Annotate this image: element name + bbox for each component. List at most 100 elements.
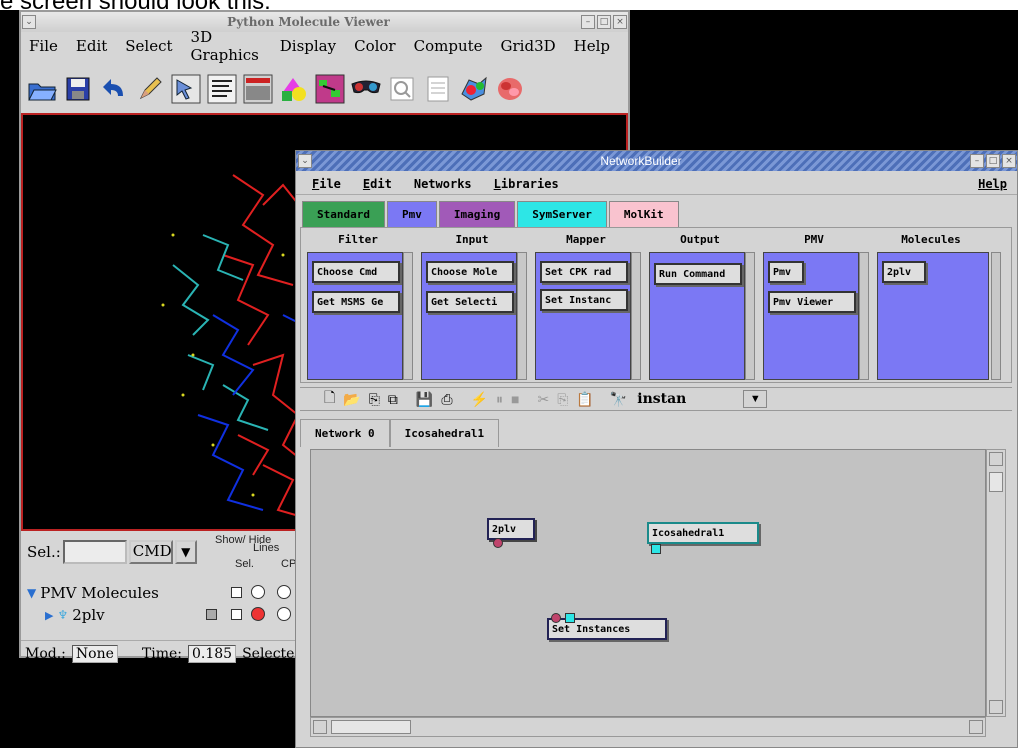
cmd-select[interactable]: CMD	[128, 540, 173, 564]
menu-color[interactable]: Color	[354, 37, 396, 55]
pmv-titlebar[interactable]: ⌄ Python Molecule Viewer – □ ×	[21, 12, 628, 32]
collapse-triangle-icon[interactable]: ▶	[45, 609, 53, 622]
selection-input[interactable]	[62, 540, 127, 564]
close-icon[interactable]: ×	[613, 15, 627, 29]
scroll-up-icon[interactable]	[989, 452, 1003, 466]
color-shapes-icon[interactable]	[277, 72, 311, 106]
node-pmv[interactable]: Pmv	[768, 261, 804, 283]
new-file-icon[interactable]: 🗋	[324, 387, 335, 411]
window-menu-icon[interactable]: ⌄	[22, 15, 36, 29]
network-canvas[interactable]: 2plv Icosahedral1 Set Instances	[310, 449, 986, 717]
scroll-left-icon[interactable]	[313, 720, 327, 734]
tab-icosahedral1[interactable]: Icosahedral1	[389, 419, 500, 447]
search-dropdown-icon[interactable]: ▼	[743, 390, 768, 408]
menu-file[interactable]: File	[29, 37, 58, 55]
node-run-command[interactable]: Run Command	[654, 263, 742, 285]
node-search-input[interactable]	[635, 390, 736, 408]
nb-menu-file[interactable]: File	[312, 177, 341, 191]
category-scrollbar[interactable]	[745, 252, 755, 380]
node-get-msms[interactable]: Get MSMS Ge	[312, 291, 400, 313]
input-port-icon[interactable]	[551, 613, 561, 623]
console-icon[interactable]	[241, 72, 275, 106]
category-scrollbar[interactable]	[859, 252, 869, 380]
paste-icon[interactable]: 📋	[576, 391, 593, 408]
document-icon[interactable]	[421, 72, 455, 106]
maximize-icon[interactable]: □	[597, 15, 611, 29]
save-icon[interactable]: 💾	[416, 391, 433, 408]
menu-help[interactable]: Help	[574, 37, 610, 55]
cut-icon[interactable]: ✂	[537, 391, 549, 408]
binoculars-icon[interactable]: 🔭	[610, 391, 627, 408]
menu-edit[interactable]: Edit	[76, 37, 107, 55]
sel-2plv-checkbox[interactable]	[231, 609, 242, 620]
open-folder-icon[interactable]	[25, 72, 59, 106]
merge-icon[interactable]: ⎘	[369, 391, 380, 408]
scroll-thumb[interactable]	[331, 720, 411, 734]
cp-2plv-toggle[interactable]	[277, 607, 291, 621]
nb-maximize-icon[interactable]: □	[986, 154, 1000, 168]
tab-symserver[interactable]: SymServer	[517, 201, 607, 227]
graph-icon[interactable]	[313, 72, 347, 106]
minimize-icon[interactable]: –	[581, 15, 595, 29]
menu-display[interactable]: Display	[280, 37, 336, 55]
stop-icon[interactable]: ■	[511, 391, 519, 407]
canvas-vertical-scrollbar[interactable]	[986, 449, 1006, 717]
save-disk-icon[interactable]	[61, 72, 95, 106]
category-scrollbar[interactable]	[631, 252, 641, 380]
copy-network-icon[interactable]: ⧉	[388, 391, 398, 408]
menu-select[interactable]: Select	[125, 37, 172, 55]
output-port-icon[interactable]	[651, 544, 661, 554]
tab-standard[interactable]: Standard	[302, 201, 385, 227]
search-icon[interactable]	[385, 72, 419, 106]
cmd-dropdown-icon[interactable]: ▼	[174, 540, 197, 564]
nb-window-menu-icon[interactable]: ⌄	[298, 154, 312, 168]
select-pointer-icon[interactable]	[169, 72, 203, 106]
output-port-icon[interactable]	[493, 538, 503, 548]
node-choose-cmd[interactable]: Choose Cmd	[312, 261, 400, 283]
category-scrollbar[interactable]	[403, 252, 413, 380]
node-choose-molecule[interactable]: Choose Mole	[426, 261, 514, 283]
nb-close-icon[interactable]: ×	[1002, 154, 1016, 168]
category-scrollbar[interactable]	[991, 252, 1001, 380]
copy-icon[interactable]: ⎘	[557, 391, 568, 408]
node-2plv[interactable]: 2plv	[882, 261, 926, 283]
canvas-horizontal-scrollbar[interactable]	[310, 717, 986, 737]
scroll-down-icon[interactable]	[989, 700, 1003, 714]
canvas-node-2plv[interactable]: 2plv	[487, 518, 535, 540]
input-port-icon[interactable]	[565, 613, 575, 623]
nb-titlebar[interactable]: ⌄ NetworkBuilder – □ ×	[296, 151, 1017, 171]
lines-2plv-toggle[interactable]	[251, 607, 265, 621]
nb-minimize-icon[interactable]: –	[970, 154, 984, 168]
scroll-right-icon[interactable]	[969, 720, 983, 734]
showhide-2plv-checkbox[interactable]	[206, 609, 217, 620]
nb-menu-networks[interactable]: Networks	[414, 177, 472, 191]
expand-triangle-icon[interactable]: ▼	[27, 586, 36, 600]
tree-item-2plv[interactable]: ▶ ♆ 2plv	[27, 604, 159, 626]
molecule-icon[interactable]	[457, 72, 491, 106]
menu-3d-graphics[interactable]: 3D Graphics	[191, 28, 262, 64]
scroll-thumb[interactable]	[989, 472, 1003, 492]
menu-compute[interactable]: Compute	[414, 37, 483, 55]
glasses-icon[interactable]	[349, 72, 383, 106]
undo-arrow-icon[interactable]	[97, 72, 131, 106]
lines-root-toggle[interactable]	[251, 585, 265, 599]
node-get-selection[interactable]: Get Selecti	[426, 291, 514, 313]
tab-pmv[interactable]: Pmv	[386, 201, 437, 227]
showhide-root-checkbox[interactable]	[231, 587, 242, 598]
menu-grid3d[interactable]: Grid3D	[501, 37, 556, 55]
text-lines-icon[interactable]	[205, 72, 239, 106]
nb-menu-edit[interactable]: Edit	[363, 177, 392, 191]
nb-menu-libraries[interactable]: Libraries	[494, 177, 559, 191]
tab-molkit[interactable]: MolKit	[608, 201, 679, 227]
nb-menu-help[interactable]: Help	[978, 177, 1007, 191]
print-icon[interactable]: ⎙	[441, 391, 452, 408]
open-folder-icon[interactable]: 📂	[343, 391, 360, 408]
node-set-instances[interactable]: Set Instanc	[540, 289, 628, 311]
pencil-icon[interactable]	[133, 72, 167, 106]
category-scrollbar[interactable]	[517, 252, 527, 380]
tab-network-0[interactable]: Network 0	[300, 419, 390, 447]
node-pmv-viewer[interactable]: Pmv Viewer	[768, 291, 856, 313]
node-set-cpk-radii[interactable]: Set CPK rad	[540, 261, 628, 283]
cp-root-toggle[interactable]	[277, 585, 291, 599]
tree-root[interactable]: ▼ PMV Molecules	[27, 582, 159, 604]
